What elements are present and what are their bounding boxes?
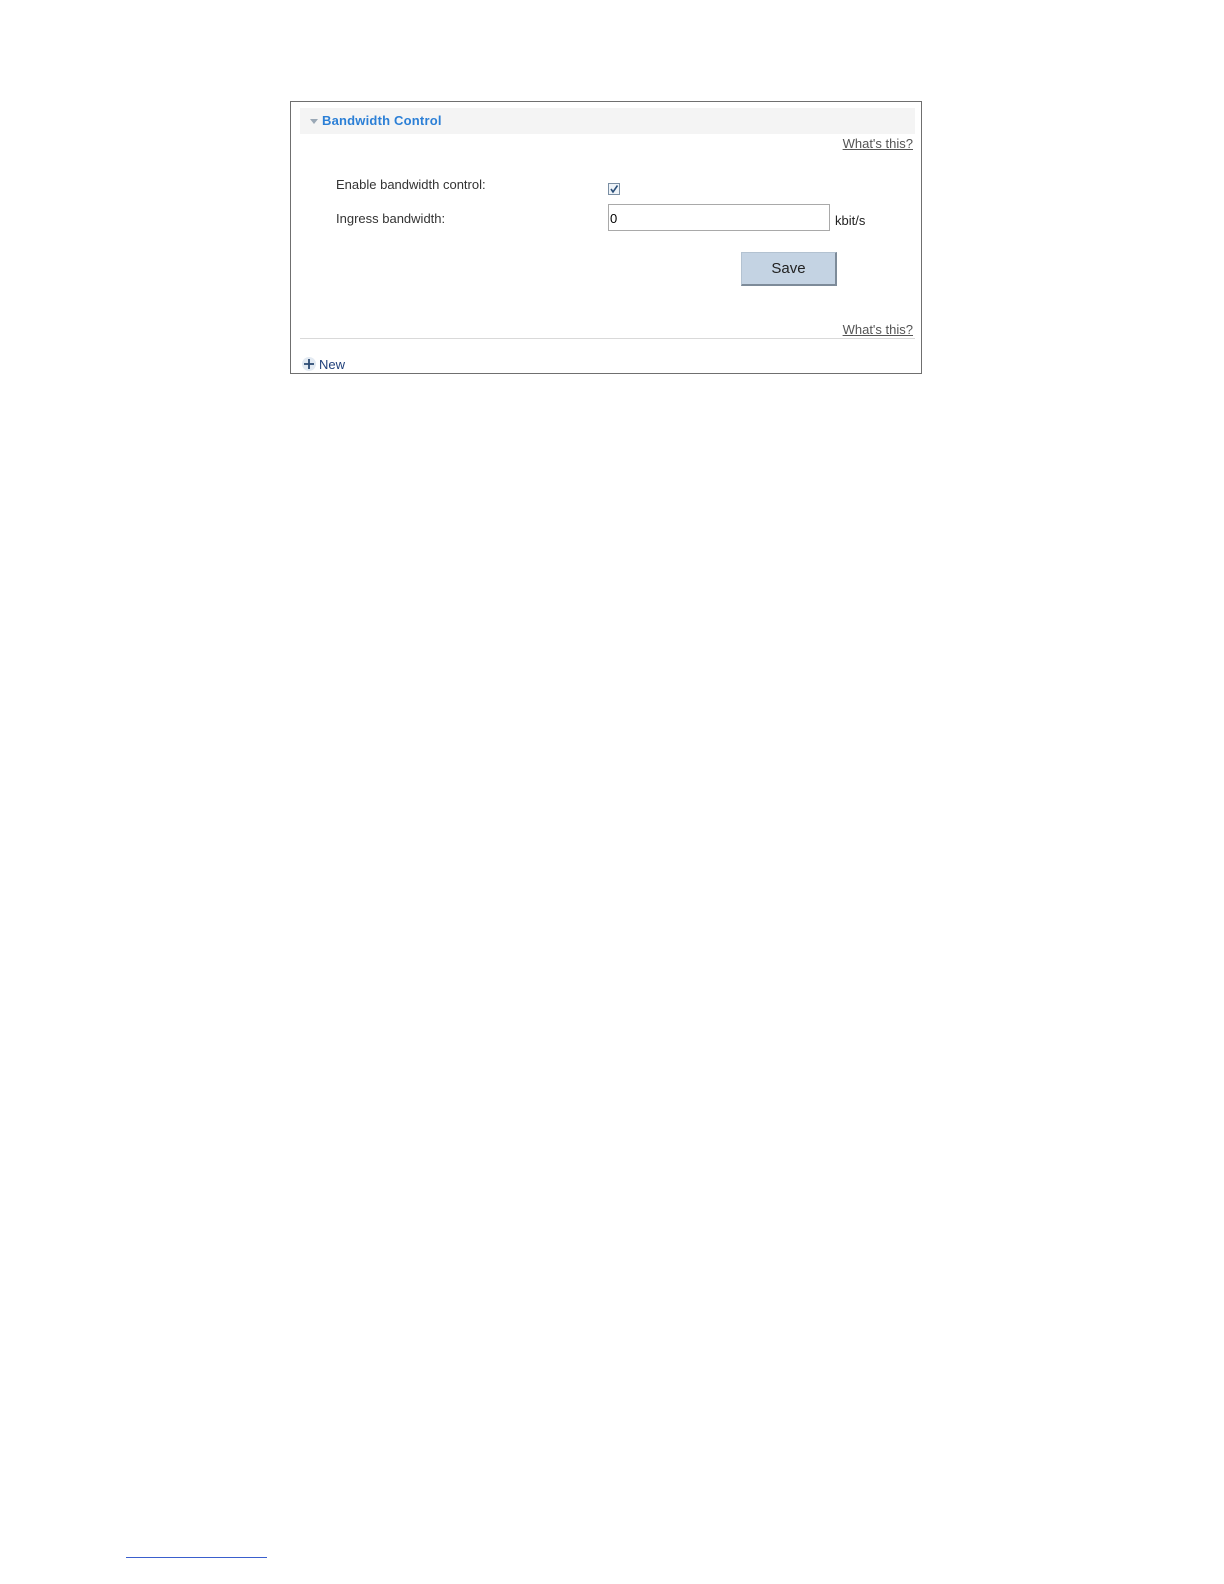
save-button[interactable]: Save [741, 252, 837, 286]
whats-this-link-bottom[interactable]: What's this? [843, 322, 913, 337]
enable-bandwidth-checkbox[interactable] [608, 183, 620, 195]
panel-title[interactable]: Bandwidth Control [322, 113, 442, 128]
checkmark-icon [610, 185, 619, 194]
bandwidth-control-panel: Bandwidth Control What's this? Enable ba… [290, 101, 922, 374]
enable-bandwidth-label: Enable bandwidth control: [336, 177, 486, 192]
footer-divider [300, 338, 915, 339]
new-button[interactable]: New [302, 356, 345, 372]
ingress-unit-label: kbit/s [835, 213, 866, 228]
plus-icon [302, 357, 316, 371]
collapse-arrow-icon[interactable] [310, 119, 318, 124]
footnote-rule [126, 1557, 267, 1558]
new-label: New [319, 356, 346, 372]
ingress-bandwidth-label: Ingress bandwidth: [336, 211, 446, 226]
panel-header[interactable]: Bandwidth Control [300, 108, 915, 134]
whats-this-link-top[interactable]: What's this? [843, 136, 913, 151]
ingress-bandwidth-input[interactable] [608, 204, 830, 231]
